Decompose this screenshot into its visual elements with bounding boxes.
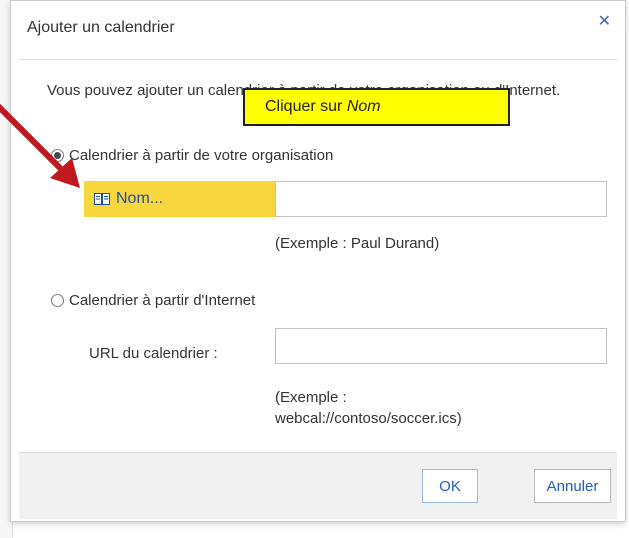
dialog-title: Ajouter un calendrier xyxy=(27,19,175,36)
internet-calendar-option[interactable]: Calendrier à partir d'Internet xyxy=(51,292,255,309)
screen: Ajouter un calendrier ✕ Vous pouvez ajou… xyxy=(0,0,629,538)
name-example: (Exemple : Paul Durand) xyxy=(275,235,440,252)
callout-emphasis: Nom xyxy=(346,98,381,115)
internet-calendar-label: Calendrier à partir d'Internet xyxy=(69,292,256,309)
url-input[interactable] xyxy=(275,328,607,364)
add-calendar-dialog: Ajouter un calendrier ✕ Vous pouvez ajou… xyxy=(10,0,626,522)
name-button[interactable]: Nom... xyxy=(84,181,289,217)
org-calendar-option[interactable]: Calendrier à partir de votre organisatio… xyxy=(51,147,333,164)
tutorial-callout: Cliquer sur Nom xyxy=(243,88,510,126)
callout-prefix: Cliquer sur xyxy=(265,98,347,115)
org-calendar-label: Calendrier à partir de votre organisatio… xyxy=(69,147,334,164)
name-button-label: Nom... xyxy=(116,190,164,207)
address-book-icon xyxy=(94,193,110,205)
url-example-line1: (Exemple : xyxy=(275,389,347,406)
tutorial-arrow-icon xyxy=(0,103,80,188)
dialog-footer: OK Annuler xyxy=(19,452,617,519)
name-input[interactable] xyxy=(275,181,607,217)
cancel-button[interactable]: Annuler xyxy=(534,469,611,503)
url-label: URL du calendrier : xyxy=(89,345,218,362)
ok-button[interactable]: OK xyxy=(422,469,478,503)
close-icon[interactable]: ✕ xyxy=(598,11,611,31)
url-example-line2: webcal://contoso/soccer.ics) xyxy=(275,410,462,427)
url-example: (Exemple : webcal://contoso/soccer.ics) xyxy=(275,387,462,429)
internet-calendar-radio[interactable] xyxy=(51,294,64,307)
